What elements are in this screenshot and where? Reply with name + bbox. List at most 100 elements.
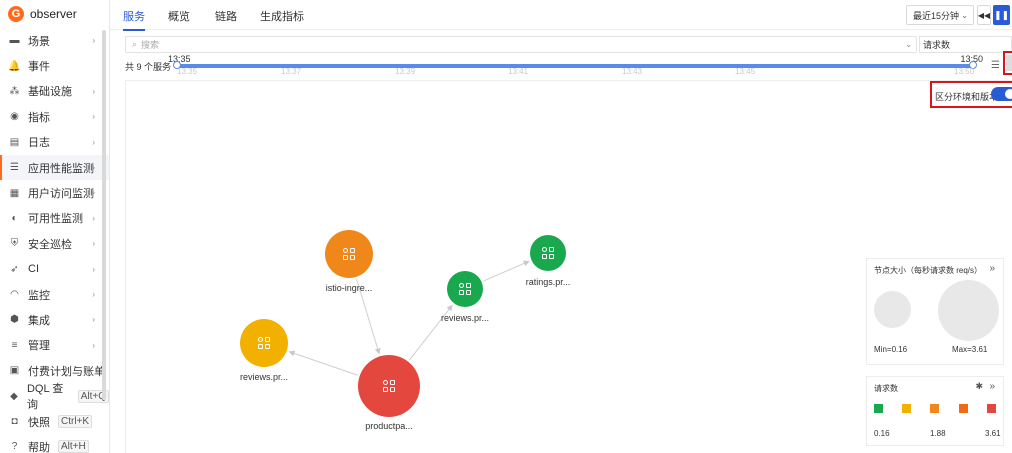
radar-icon: ◠: [10, 289, 19, 301]
legend-swatch: [987, 404, 996, 413]
timeline-tick: 13:50: [954, 67, 975, 76]
legend-swatch: [902, 404, 911, 413]
chevron-right-icon: ›: [92, 340, 95, 350]
apm-icon: ☰: [10, 162, 19, 174]
legend-min-label: Min=0.16: [874, 345, 908, 354]
sidebar-scrollbar[interactable]: [102, 30, 106, 400]
sidebar-item[interactable]: ▤ 日志 ›: [0, 130, 109, 155]
search-placeholder: 搜索: [141, 40, 160, 50]
sidebar-item-label: 用户访问监测: [28, 188, 94, 201]
sidebar-item-label: 应用性能监测: [28, 162, 94, 175]
legend-color-max: 3.61: [985, 429, 1001, 438]
sidebar-item-label: 管理: [28, 340, 50, 353]
tab-services[interactable]: 服务: [123, 8, 145, 31]
collapse-icon[interactable]: »: [989, 263, 995, 274]
legend-node-size: 节点大小（每秒请求数 req/s） » Min=0.16 Max=3.61: [866, 258, 1004, 365]
legend-max-label: Max=3.61: [952, 345, 988, 354]
top-tabs: 服务 概览 链路 生成指标 最近15分钟 ⌄ ◀◀ ❚❚: [110, 0, 1012, 31]
legend-size-title: 节点大小（每秒请求数 req/s）: [874, 266, 983, 275]
chevron-right-icon: ›: [92, 36, 95, 45]
time-range-value: 最近15分钟: [913, 10, 960, 21]
sidebar-item-label: 付费计划与账单: [28, 365, 105, 378]
service-node[interactable]: [325, 230, 373, 278]
chevron-right-icon: ›: [92, 315, 95, 325]
brand[interactable]: G observer: [0, 0, 109, 28]
sidebar-item[interactable]: ◘ 快照 Ctrl+K: [0, 409, 109, 434]
service-node-label: ratings.pr...: [525, 277, 571, 287]
sidebar-item[interactable]: ◠ 监控 ›: [0, 282, 109, 307]
legend-swatch: [930, 404, 939, 413]
service-icon: [258, 337, 270, 349]
sidebar-item[interactable]: ◐ 可用性监测 ›: [0, 206, 109, 231]
timeline-slider[interactable]: 13:35 13:50 13:35 13:37 13:39 13:41 13:4…: [168, 54, 983, 78]
time-range-select[interactable]: 最近15分钟 ⌄: [906, 5, 974, 25]
legend-color-mid: 1.88: [930, 429, 946, 438]
sidebar-item[interactable]: ≡ 管理 ›: [0, 333, 109, 358]
sidebar-item[interactable]: ⁂ 基础设施 ›: [0, 79, 109, 104]
chevron-right-icon: ›: [92, 289, 95, 299]
sidebar-item[interactable]: ▦ 用户访问监测 ›: [0, 180, 109, 205]
sidebar-item[interactable]: ⬢ 集成 ›: [0, 307, 109, 332]
timeline-tick: 13:37: [281, 67, 302, 76]
chevron-right-icon: ›: [92, 162, 95, 172]
sidebar-item[interactable]: ▬ 场景 ›: [0, 28, 109, 53]
chevron-right-icon: ›: [92, 264, 95, 274]
legend-swatch: [874, 404, 883, 413]
tab-generate-metrics[interactable]: 生成指标: [260, 8, 304, 24]
list-view-icon[interactable]: ☰: [991, 60, 1000, 71]
sidebar-item[interactable]: ⛨ 安全巡检 ›: [0, 231, 109, 256]
pause-button[interactable]: ❚❚: [993, 5, 1010, 25]
sidebar-item-label: 基础设施: [28, 86, 72, 99]
tab-overview[interactable]: 概览: [168, 8, 190, 24]
service-node[interactable]: [447, 271, 483, 307]
service-node[interactable]: [240, 319, 288, 367]
search-input[interactable]: ⌕ 搜索 ⌄: [125, 36, 917, 53]
chevron-down-icon: ⌄: [961, 10, 968, 20]
chevron-right-icon: ›: [92, 213, 95, 223]
rewind-button[interactable]: ◀◀: [977, 5, 991, 25]
sidebar-item-label: 事件: [28, 61, 50, 74]
sidebar-item[interactable]: ➶ CI ›: [0, 257, 109, 282]
sidebar-item-label: 安全巡检: [28, 238, 72, 251]
help-icon: ?: [11, 441, 18, 453]
legend-node-color: 请求数 ✱ » 0.16 1.88 3.61: [866, 376, 1004, 446]
chevron-right-icon: ›: [92, 239, 95, 249]
gear-icon[interactable]: ✱: [975, 381, 983, 392]
sidebar-item-label: 指标: [28, 111, 50, 124]
view-toggle-highlight[interactable]: [1003, 51, 1012, 75]
service-node-label: istio-ingre...: [325, 283, 373, 293]
legend-swatch: [959, 404, 968, 413]
sidebar-item-label: 集成: [28, 314, 50, 327]
sidebar-item[interactable]: ◆ DQL 查询 Alt+Q: [0, 383, 109, 411]
service-count: 共 9 个服务: [125, 62, 172, 72]
dql-icon: ◆: [10, 390, 18, 402]
search-icon: ⌕: [132, 39, 138, 49]
service-node[interactable]: [530, 235, 566, 271]
globe-icon: ◐: [11, 212, 18, 224]
legend-color-min: 0.16: [874, 429, 890, 438]
settings-list-icon: ≡: [11, 339, 18, 351]
service-node-label: reviews.pr...: [440, 313, 490, 323]
billing-icon: ▣: [9, 365, 20, 377]
chevron-right-icon: ›: [92, 86, 95, 96]
legend-min-circle: [874, 291, 911, 328]
shortcut-badge: Alt+H: [58, 440, 89, 453]
metric-select[interactable]: 请求数: [919, 36, 1012, 53]
service-node-label: productpa...: [365, 421, 413, 431]
legend-max-circle: [938, 280, 999, 341]
sidebar-item-label: 帮助: [28, 441, 50, 453]
brand-logo-icon: G: [8, 6, 24, 22]
timeline-tick: 13:39: [395, 67, 416, 76]
sidebar-item-label: 监控: [28, 289, 50, 302]
collapse-icon[interactable]: »: [989, 381, 995, 392]
chevron-right-icon: ›: [92, 112, 95, 122]
tab-traces[interactable]: 链路: [215, 8, 237, 24]
sidebar-item-label: 场景: [28, 35, 50, 48]
sidebar-item[interactable]: 🔔 事件: [0, 53, 109, 78]
chevron-right-icon: ›: [92, 137, 95, 147]
sidebar-item[interactable]: ? 帮助 Alt+H: [0, 434, 109, 453]
service-node[interactable]: [358, 355, 420, 417]
sidebar-item[interactable]: ☰ 应用性能监测 ›: [0, 154, 109, 181]
env-version-toggle[interactable]: [991, 87, 1012, 101]
sidebar-item[interactable]: ◉ 指标 ›: [0, 104, 109, 129]
